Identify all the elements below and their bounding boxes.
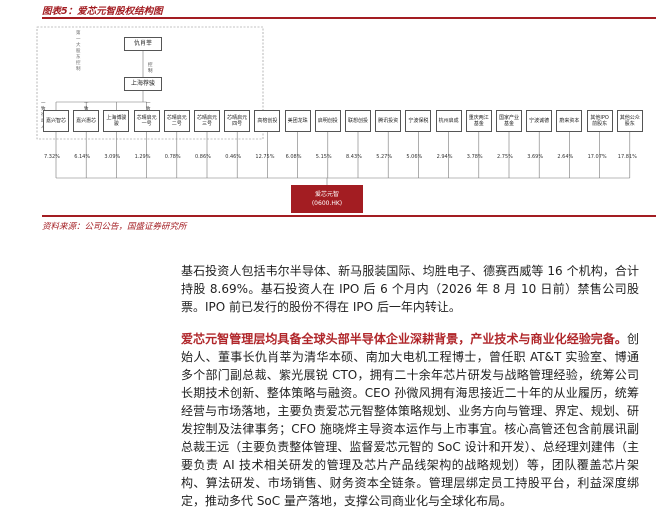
company-code: (0600.HK) [311, 200, 343, 207]
shareholding-pct: 3.69% [527, 154, 544, 160]
management-body: 创始人、董事长仇肖莘为清华本硕、南加大电机工程博士，曾任职 AT&T 实验室、博… [181, 332, 639, 508]
shareholder-box: 芯晴启元一号 [133, 110, 160, 132]
shareholder-box: 宁波诚德 [526, 110, 553, 132]
shareholding-pct: 6.08% [285, 154, 302, 160]
shareholder-box: 芯晴启元三号 [194, 110, 220, 132]
controller-box: 仇肖莘 [124, 37, 162, 51]
shareholding-pct: 2.75% [497, 154, 513, 160]
shareholding-pct: 3.78% [466, 154, 483, 160]
shareholder-box: 国家产业基金 [496, 110, 522, 132]
top-group-label: 第一大股东控制 [76, 31, 81, 72]
company-name: 爱芯元智 [314, 191, 339, 198]
shareholder-box: 芯晴启元二号 [163, 110, 190, 132]
control-rel-label: 控制 [148, 63, 153, 74]
shareholding-pct: 0.86% [195, 154, 211, 160]
shareholder-box: 上海博骏骏 [103, 110, 130, 132]
shareholder-box: 联想创投 [345, 110, 371, 132]
paragraph-cornerstone: 基石投资人包括韦尔半导体、新马服装国际、均胜电子、德赛西威等 16 个机构，合计… [181, 264, 639, 314]
shareholder-box: 其他公众股东 [616, 110, 643, 132]
platform-box: 上海荐骏 [124, 77, 162, 91]
source-rule [42, 215, 656, 217]
shareholder-box: 美团龙珠 [284, 110, 311, 132]
shareholding-pct: 5.06% [406, 154, 423, 160]
paragraph-management: 爱芯元智管理层均具备全球头部半导体企业深耕背景，产业技术与商业化经验完备。创始人… [181, 330, 639, 510]
shareholding-pct: 5.27% [376, 154, 393, 160]
shareholding-pct: 5.15% [315, 154, 332, 160]
shareholder-box: 杭州启成 [435, 110, 462, 132]
shareholder-box: 重庆两江基金 [465, 110, 492, 132]
figure-source: 资料来源：公司公告，国盛证券研究所 [42, 222, 187, 232]
shareholding-pct: 17.81% [617, 154, 637, 160]
shareholder-box: 宁波保税 [405, 110, 432, 132]
management-highlight: 爱芯元智管理层均具备全球头部半导体企业深耕背景，产业技术与商业化经验完备。 [181, 332, 627, 346]
shareholding-pct: 1.29% [134, 154, 151, 160]
shareholding-pct: 2.94% [436, 154, 453, 160]
shareholder-box: 嘉兴惠芯 [73, 110, 100, 132]
shareholding-pct: 12.75% [255, 154, 275, 160]
shareholder-box: 启明创投 [314, 110, 341, 132]
shareholding-pct: 7.32% [44, 154, 60, 160]
shareholder-box: 嘉兴智芯 [43, 110, 69, 132]
shareholding-pct: 17.07% [587, 154, 607, 160]
shareholding-pct: 0.46% [225, 154, 242, 160]
shareholding-pct: 8.43% [346, 154, 362, 160]
shareholder-box: 高榕创投 [254, 110, 281, 132]
shareholder-box: 其他IPO前股东 [586, 110, 613, 132]
company-box: 爱芯元智 (0600.HK) [291, 185, 363, 213]
shareholding-pct: 6.14% [74, 154, 91, 160]
shareholding-pct: 0.78% [164, 154, 181, 160]
shareholding-pct: 2.64% [557, 154, 574, 160]
shareholder-box: 腾讯投资 [375, 110, 402, 132]
shareholder-box: 芯晴启元四号 [224, 110, 251, 132]
shareholding-pct: 3.09% [104, 154, 121, 160]
shareholder-box: 蔚来资本 [556, 110, 583, 132]
